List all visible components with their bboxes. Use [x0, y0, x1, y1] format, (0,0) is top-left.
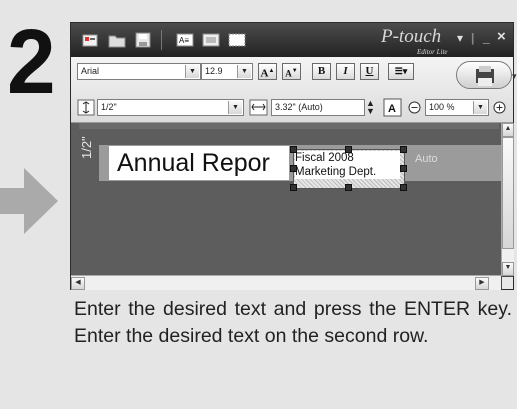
- label-canvas[interactable]: 1/2" Annual Repor Fiscal 2008 Marketing …: [71, 123, 501, 275]
- resize-handle[interactable]: [290, 165, 297, 172]
- bold-button[interactable]: B: [312, 63, 331, 80]
- image-icon[interactable]: [227, 31, 247, 49]
- label-text-line2b: Marketing Dept.: [295, 166, 377, 178]
- length-spinner[interactable]: ▲ ▼: [366, 99, 375, 116]
- scroll-down-button[interactable]: ▼: [502, 262, 514, 276]
- tape-length-field[interactable]: 3.32" (Auto): [271, 99, 365, 116]
- chevron-down-icon[interactable]: ▼: [473, 101, 487, 114]
- chevron-down-icon[interactable]: ▼: [185, 65, 199, 78]
- save-icon[interactable]: [133, 31, 153, 49]
- italic-button[interactable]: I: [336, 63, 355, 80]
- resize-handle[interactable]: [400, 184, 407, 191]
- toolbar-divider: [161, 30, 162, 50]
- tape-width-icon: [77, 99, 95, 116]
- scroll-right-button[interactable]: ▶: [475, 277, 489, 290]
- tape-width-select[interactable]: 1/2" ▼: [97, 99, 244, 116]
- step-number: 2: [7, 11, 56, 113]
- resize-grip-icon[interactable]: [502, 277, 513, 289]
- close-button[interactable]: ×: [497, 28, 506, 45]
- tape-size-label: 1/2": [79, 136, 94, 159]
- tape-length-icon: [249, 99, 268, 116]
- print-button[interactable]: [456, 61, 512, 89]
- new-label-icon[interactable]: [81, 31, 101, 49]
- scroll-up-button[interactable]: ▲: [502, 123, 514, 137]
- zoom-select[interactable]: 100 % ▼: [425, 99, 489, 116]
- vertical-scrollbar[interactable]: ▲ ▼: [501, 123, 514, 276]
- underline-button[interactable]: U: [360, 63, 379, 80]
- label-text-line1: Annual Repor: [117, 149, 270, 177]
- font-size-select[interactable]: 12.9 ▼: [201, 63, 253, 80]
- resize-handle[interactable]: [345, 146, 352, 153]
- resize-handle[interactable]: [400, 146, 407, 153]
- arrow-right-icon: [0, 168, 58, 234]
- resize-handle[interactable]: [345, 184, 352, 191]
- control-separator: |: [471, 31, 475, 45]
- chevron-down-icon[interactable]: ▼: [237, 65, 251, 78]
- instruction-caption: Enter the desired text and press the ENT…: [74, 298, 512, 347]
- zoom-in-icon[interactable]: [493, 101, 506, 114]
- chevron-down-icon[interactable]: ▼: [228, 101, 242, 114]
- scroll-left-button[interactable]: ◀: [71, 277, 85, 290]
- text-box-icon[interactable]: A≡: [175, 31, 195, 49]
- title-bar: A≡ P-touch Editor Lite ▾ | _ ×: [71, 23, 513, 57]
- selected-text-box[interactable]: Fiscal 2008 Marketing Dept.: [293, 149, 405, 189]
- grow-font-button[interactable]: A▲: [258, 63, 277, 80]
- svg-text:A: A: [388, 103, 396, 115]
- auto-fit-icon[interactable]: A: [383, 98, 402, 117]
- horizontal-scrollbar[interactable]: ◀ ▶: [71, 275, 501, 290]
- label-text-line2a: Fiscal 2008: [295, 152, 354, 164]
- formatting-toolbar: Arial ▼ 12.9 ▼ A▲ A▼ B I U ☰▾ ▾ 1/2" ▼ 3…: [71, 57, 517, 123]
- zoom-out-icon[interactable]: [408, 101, 421, 114]
- printer-icon: [476, 66, 494, 86]
- font-name-select[interactable]: Arial ▼: [77, 63, 201, 80]
- align-left-icon: ☰▾: [394, 66, 408, 76]
- frame-icon[interactable]: [201, 31, 221, 49]
- resize-handle[interactable]: [400, 165, 407, 172]
- editor-lite-label: Editor Lite: [417, 48, 448, 56]
- shrink-font-button[interactable]: A▼: [282, 63, 301, 80]
- length-mode-label: Auto: [415, 153, 438, 165]
- ptouch-editor-window: A≡ P-touch Editor Lite ▾ | _ × Arial ▼ 1…: [70, 22, 517, 290]
- align-button[interactable]: ☰▾: [388, 63, 414, 80]
- svg-text:A≡: A≡: [179, 36, 189, 45]
- ptouch-logo: P-touch Editor Lite: [381, 26, 448, 56]
- instruction-panel: 2 A≡ P-touch Editor Lite ▾ | _ × Arial ▼…: [0, 0, 517, 409]
- minimize-button[interactable]: _: [483, 31, 490, 45]
- scroll-thumb[interactable]: [502, 137, 514, 249]
- menu-dropdown-button[interactable]: ▾: [457, 31, 463, 45]
- resize-handle[interactable]: [290, 184, 297, 191]
- more-options-arrow[interactable]: ▾: [512, 71, 517, 82]
- open-folder-icon[interactable]: [107, 31, 127, 49]
- resize-handle[interactable]: [290, 146, 297, 153]
